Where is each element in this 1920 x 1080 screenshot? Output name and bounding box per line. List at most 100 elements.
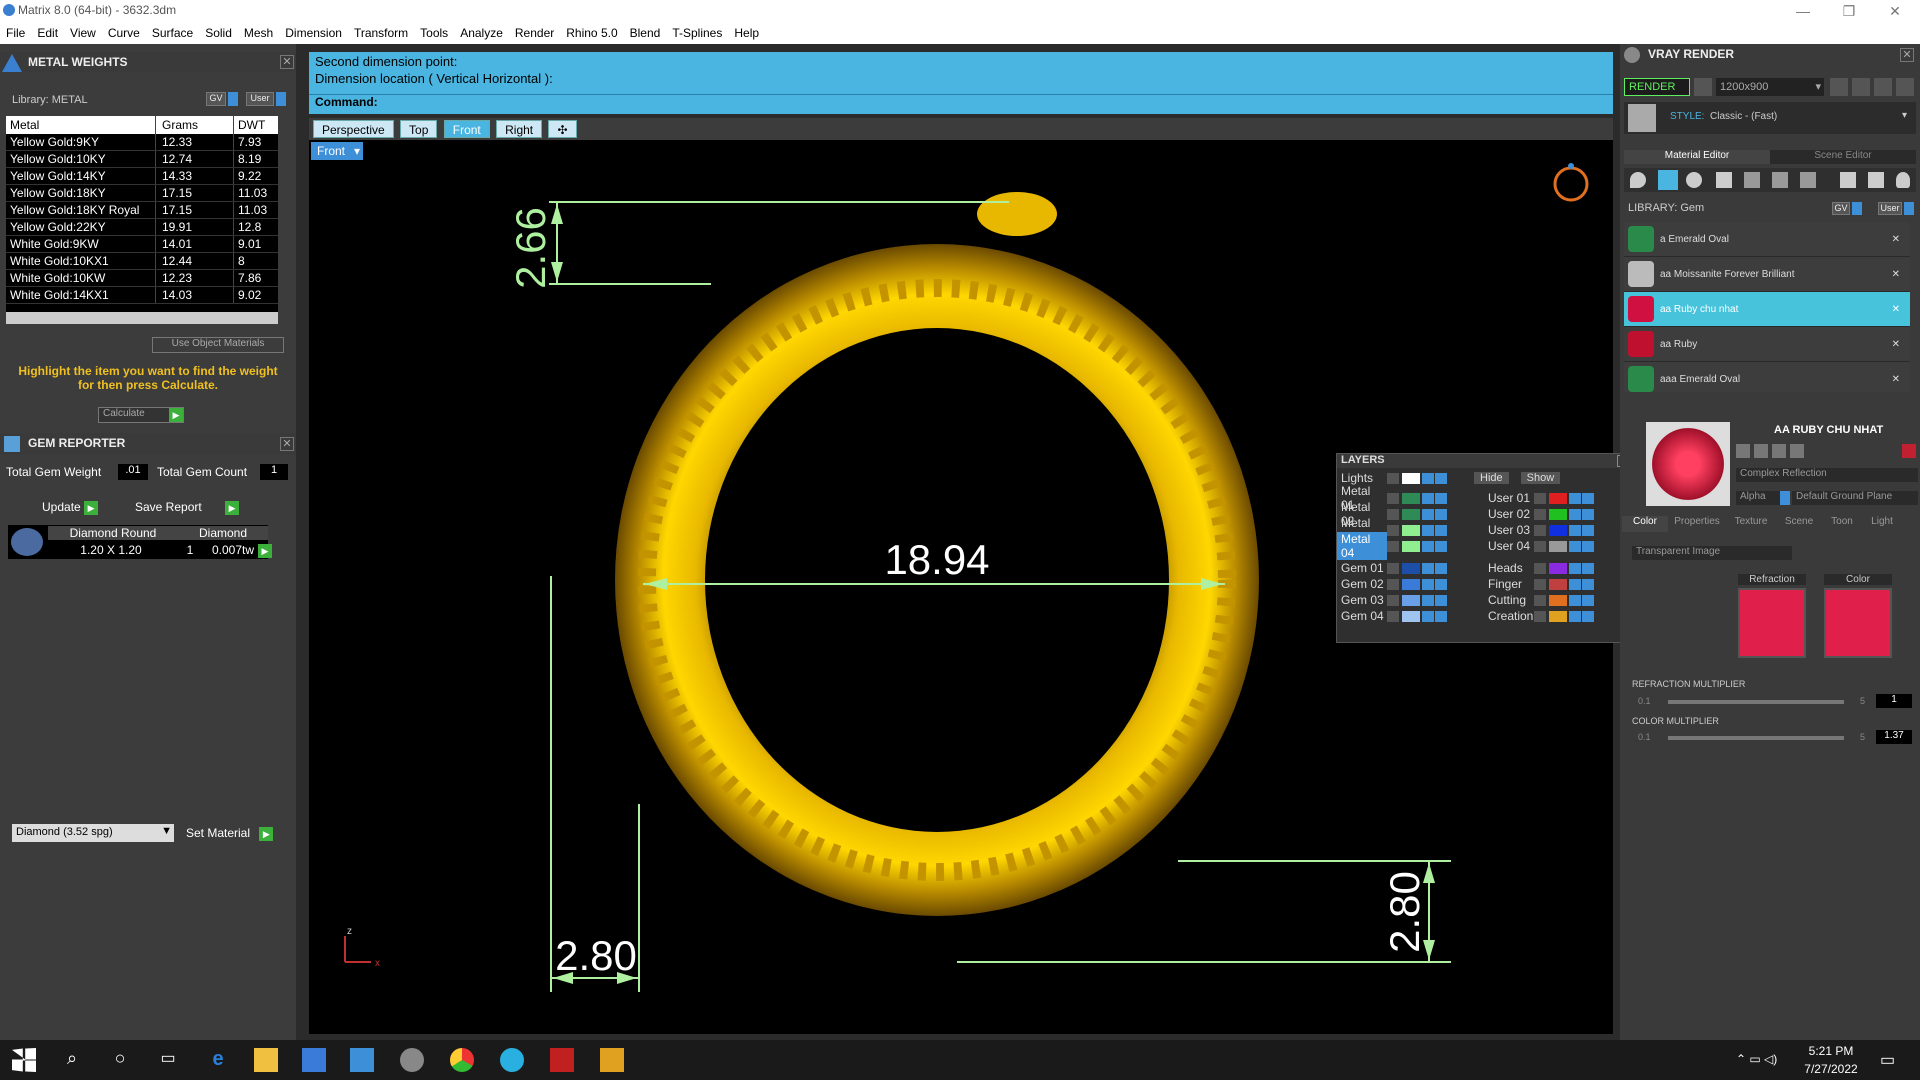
table-row[interactable]: Yellow Gold:18KY Royal 17.15 11.03 xyxy=(6,202,278,219)
layer-color[interactable] xyxy=(1549,562,1567,574)
info-icon[interactable] xyxy=(1435,492,1447,504)
color-slider[interactable] xyxy=(1668,736,1844,740)
info-icon[interactable] xyxy=(1435,524,1447,536)
lock-icon[interactable] xyxy=(1422,492,1434,504)
show-button[interactable]: Show xyxy=(1520,472,1561,484)
close-icon[interactable]: ✕ xyxy=(1892,234,1900,245)
gv-info-icon[interactable] xyxy=(1852,202,1862,215)
lock-icon[interactable] xyxy=(1569,610,1581,622)
app-red-icon[interactable] xyxy=(550,1048,574,1072)
info-icon[interactable] xyxy=(1435,594,1447,606)
info-icon[interactable] xyxy=(1582,524,1594,536)
lock-icon[interactable] xyxy=(1422,540,1434,552)
info-icon[interactable] xyxy=(1582,562,1594,574)
rewind-icon[interactable] xyxy=(1830,78,1848,96)
tab-front[interactable]: Front xyxy=(443,120,490,138)
close-icon[interactable]: ✕ xyxy=(1892,374,1900,385)
close-icon[interactable]: ✕ xyxy=(1892,269,1900,280)
save-report-button[interactable]: Save Report ▶ xyxy=(135,500,240,515)
material-select[interactable]: Diamond (3.52 spg) ▼ xyxy=(12,824,174,842)
expand-icon[interactable] xyxy=(1534,594,1546,606)
copy-icon[interactable] xyxy=(1754,444,1768,458)
menu-file[interactable]: File xyxy=(6,26,25,40)
layer-color[interactable] xyxy=(1402,492,1420,504)
set-material-button[interactable]: Set Material ▶ xyxy=(186,826,274,841)
lock-icon[interactable] xyxy=(1569,492,1581,504)
ring-gizmo-icon[interactable] xyxy=(1553,166,1589,202)
info-icon[interactable] xyxy=(1582,578,1594,590)
command-input[interactable]: Command: xyxy=(309,94,1613,112)
menu-solid[interactable]: Solid xyxy=(205,26,232,40)
clock-date[interactable]: 7/27/2022 xyxy=(1796,1062,1866,1076)
settings-icon[interactable] xyxy=(1896,78,1914,96)
layer-color[interactable] xyxy=(1549,540,1567,552)
minimize-icon[interactable]: — xyxy=(1780,0,1826,22)
play-icon[interactable]: ▶ xyxy=(258,544,272,558)
user-info-icon[interactable] xyxy=(1904,202,1914,215)
gem-row[interactable]: Diamond Round Diamond 1.20 X 1.20 1 0.00… xyxy=(8,525,272,559)
info-icon[interactable] xyxy=(1435,610,1447,622)
table-row[interactable]: Yellow Gold:22KY 19.91 12.8 xyxy=(6,219,278,236)
layer-row[interactable]: User 03 xyxy=(1484,522,1631,538)
style-row[interactable]: STYLE: Classic - (Fast) ▾ xyxy=(1624,102,1916,134)
layer-row[interactable]: User 02 xyxy=(1484,506,1631,522)
lock-icon[interactable] xyxy=(1569,508,1581,520)
layer-row[interactable]: Gem 01 xyxy=(1337,560,1484,576)
alpha-info-icon[interactable] xyxy=(1780,491,1790,505)
layer-color[interactable] xyxy=(1402,508,1420,520)
refresh-icon[interactable] xyxy=(1902,444,1916,458)
list-item[interactable]: aaa Emerald Oval ✕ xyxy=(1624,362,1910,392)
layer-row[interactable]: User 01 xyxy=(1484,490,1631,506)
hide-button[interactable]: Hide xyxy=(1474,472,1509,484)
tab-material-editor[interactable]: Material Editor xyxy=(1624,150,1770,164)
expand-icon[interactable] xyxy=(1534,524,1546,536)
list-item[interactable]: aa Ruby chu nhat ✕ xyxy=(1624,292,1910,327)
lock-icon[interactable] xyxy=(1569,540,1581,552)
save-icon[interactable] xyxy=(1736,444,1750,458)
expand-icon[interactable] xyxy=(1387,562,1399,574)
list-item[interactable]: a Emerald Oval ✕ xyxy=(1624,222,1910,257)
menu-rhino[interactable]: Rhino 5.0 xyxy=(566,26,617,40)
tab-right[interactable]: Right xyxy=(496,120,543,138)
edge-icon[interactable]: e xyxy=(206,1048,230,1072)
export-icon[interactable] xyxy=(1790,444,1804,458)
info-icon[interactable] xyxy=(1582,594,1594,606)
refraction-slider[interactable] xyxy=(1668,700,1844,704)
info-icon[interactable] xyxy=(1435,578,1447,590)
table-row[interactable]: Yellow Gold:18KY 17.15 11.03 xyxy=(6,185,278,202)
layer-color[interactable] xyxy=(1402,562,1420,574)
menu-view[interactable]: View xyxy=(70,26,96,40)
mail-icon[interactable] xyxy=(350,1048,374,1072)
layer-row[interactable]: Gem 02 xyxy=(1337,576,1484,592)
use-object-materials-button[interactable]: Use Object Materials xyxy=(152,337,284,353)
layer-color[interactable] xyxy=(1549,508,1567,520)
chrome-icon[interactable] xyxy=(450,1048,474,1072)
expand-icon[interactable] xyxy=(1534,562,1546,574)
column-metal[interactable]: Metal xyxy=(6,116,156,134)
expand-icon[interactable] xyxy=(1387,540,1399,552)
layer-color[interactable] xyxy=(1402,472,1420,484)
fish-icon[interactable] xyxy=(1840,172,1856,188)
expand-icon[interactable] xyxy=(1387,492,1399,504)
cortana-icon[interactable]: ○ xyxy=(108,1048,132,1072)
notification-icon[interactable]: ▭ xyxy=(1880,1050,1895,1070)
tab-properties[interactable]: Properties xyxy=(1668,516,1726,532)
layer-row[interactable]: Gem 03 xyxy=(1337,592,1484,608)
column-grams[interactable]: Grams xyxy=(156,116,234,134)
lock-icon[interactable] xyxy=(1422,524,1434,536)
layer-color[interactable] xyxy=(1402,540,1420,552)
tab-light[interactable]: Light xyxy=(1862,516,1902,532)
table-row[interactable]: White Gold:10KX1 12.44 8 xyxy=(6,253,278,270)
calculate-button[interactable]: Calculate ▶ xyxy=(98,407,184,423)
lock-icon[interactable] xyxy=(1569,594,1581,606)
lock-icon[interactable] xyxy=(1422,472,1434,484)
layer-color[interactable] xyxy=(1549,524,1567,536)
info-icon[interactable] xyxy=(1435,472,1447,484)
update-button[interactable]: Update ▶ xyxy=(42,500,99,515)
gem-icon[interactable] xyxy=(1658,170,1678,190)
settings-app-icon[interactable] xyxy=(400,1048,424,1072)
lock-icon[interactable] xyxy=(1422,562,1434,574)
menu-transform[interactable]: Transform xyxy=(354,26,408,40)
add-view-icon[interactable]: ✣ xyxy=(548,120,577,138)
menu-render[interactable]: Render xyxy=(515,26,554,40)
